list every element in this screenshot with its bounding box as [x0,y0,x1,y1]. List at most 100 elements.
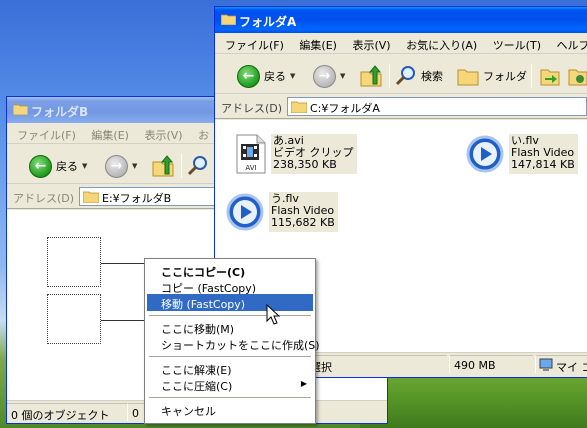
menu-tools[interactable]: ツール(T) [487,37,547,53]
drag-outline-line [101,320,145,321]
window-a-menubar: ファイル(F) 編集(E) 表示(V) お気に入り(A) ツール(T) ヘルプ [215,34,587,54]
back-button[interactable]: ← 戻る ▼ [237,63,295,89]
menu-item-label: 移動 (FastCopy) [161,298,246,311]
file-details: う.flv Flash Video 115,682 KB [269,192,338,232]
file-size: 115,682 KB [271,216,335,229]
menu-item-label: ここに圧縮(C) [161,380,233,393]
menu-edit[interactable]: 編集(E) [293,37,343,53]
avi-video-icon: AVI [236,134,266,174]
search-button[interactable]: 検索 [395,63,443,89]
menu-favorites[interactable]: お気に入り(A) [400,37,483,53]
move-to-button[interactable] [539,63,561,89]
forward-button[interactable]: → ▼ [105,153,137,179]
file-details: あ.avi ビデオ クリップ 238,350 KB [271,134,357,174]
menu-item-label: ショートカットをここに作成(S) [161,339,320,352]
copy-to-icon [568,69,587,86]
address-label: アドレス(D) [13,192,75,205]
up-folder-button[interactable] [151,153,175,179]
window-a-toolbar: ← 戻る ▼ → ▼ 検索 フォルダ [215,58,587,94]
address-value: E:¥フォルダB [102,192,172,205]
search-button[interactable] [187,153,209,179]
folders-button[interactable]: フォルダ [457,63,527,89]
menu-view[interactable]: 表示(V) [346,37,396,53]
menu-cancel[interactable]: キャンセル [147,401,313,418]
up-folder-icon [152,155,174,177]
flash-video-icon [226,193,264,231]
window-a-addressbar: アドレス(D) C:¥フォルダA [215,95,587,119]
address-input[interactable]: C:¥フォルダA [287,97,587,116]
back-button-label: 戻る [56,160,78,173]
window-b-title: フォルダB [31,105,89,119]
menu-fastcopy-copy[interactable]: コピー (FastCopy) [147,278,313,295]
status-size: 490 MB [449,355,533,373]
menu-extract-here[interactable]: ここに解凍(E) [147,360,313,377]
drag-outline [47,237,101,287]
menu-file[interactable]: ファイル(F) [11,127,82,143]
file-item[interactable]: い.flv Flash Video 147,814 KB [465,134,578,174]
menu-separator [149,315,311,316]
back-button[interactable]: ← 戻る ▼ [29,153,87,179]
status-object-count-text: 0 個のオブジェクト [11,409,110,422]
status-location-text: マイ コン [556,361,587,374]
search-icon [395,66,415,86]
file-item[interactable]: う.flv Flash Video 115,682 KB [225,192,338,232]
forward-button[interactable]: → ▼ [313,63,345,89]
forward-arrow-icon: → [105,154,128,178]
status-selection: 選択 [305,355,447,374]
submenu-arrow-icon: ▶ [300,379,307,388]
forward-arrow-icon: → [313,64,336,88]
file-size: 147,814 KB [511,158,575,171]
toolbar-separator [531,64,532,88]
menu-separator [149,356,311,357]
menu-view[interactable]: 表示(V) [138,127,188,143]
menu-create-shortcut[interactable]: ショートカットをここに作成(S) [147,335,320,352]
back-arrow-icon: ← [237,64,260,88]
folders-button-label: フォルダ [483,70,527,83]
my-computer-icon [539,358,553,371]
menu-compress-here[interactable]: ここに圧縮(C) ▶ [147,376,313,393]
status-size-text: 0 [132,407,139,420]
svg-text:AVI: AVI [245,164,256,172]
folder-icon [83,191,99,203]
menu-item-label: キャンセル [161,405,216,418]
menu-file[interactable]: ファイル(F) [219,37,290,53]
copy-to-button[interactable] [567,63,587,89]
file-item[interactable]: AVI あ.avi ビデオ クリップ 238,350 KB [235,134,357,174]
dropdown-arrow-icon: ▼ [82,162,88,170]
toolbar-separator [181,154,182,178]
address-label: アドレス(D) [221,102,283,115]
file-details: い.flv Flash Video 147,814 KB [509,134,578,174]
menu-move-here[interactable]: ここに移動(M) [147,319,313,336]
dropdown-arrow-icon: ▼ [340,72,346,80]
menu-fastcopy-move[interactable]: 移動 (FastCopy) [147,294,313,311]
back-arrow-icon: ← [29,154,52,178]
dropdown-arrow-icon: ▼ [132,162,138,170]
up-folder-icon [360,65,382,87]
status-location: マイ コン [535,355,587,374]
context-menu: ここにコピー(C) コピー (FastCopy) 移動 (FastCopy) こ… [144,258,320,424]
file-size: 238,350 KB [273,158,337,171]
menu-separator [149,397,311,398]
up-folder-button[interactable] [359,63,383,89]
folder-icon [13,104,28,115]
menu-favorites[interactable]: お [192,127,215,143]
folder-icon [291,101,307,113]
drag-outline-line [101,263,145,264]
back-button-label: 戻る [264,70,286,83]
search-icon [187,156,207,176]
address-value: C:¥フォルダA [310,102,380,115]
drag-outline [47,294,101,344]
folder-icon [221,14,236,25]
status-size-text: 490 MB [454,359,496,372]
window-a-titlebar[interactable]: フォルダA [215,7,587,33]
folders-icon [457,69,479,86]
menu-edit[interactable]: 編集(E) [85,127,135,143]
menu-copy-here[interactable]: ここにコピー(C) [147,262,313,279]
menu-help[interactable]: ヘルプ [551,37,587,53]
toolbar-separator [389,64,390,88]
flash-video-icon [466,135,504,173]
mouse-pointer-icon [266,304,280,325]
dropdown-arrow-icon: ▼ [290,72,296,80]
status-object-count: 0 個のオブジェクト [7,403,127,422]
window-a-title: フォルダA [239,15,297,29]
